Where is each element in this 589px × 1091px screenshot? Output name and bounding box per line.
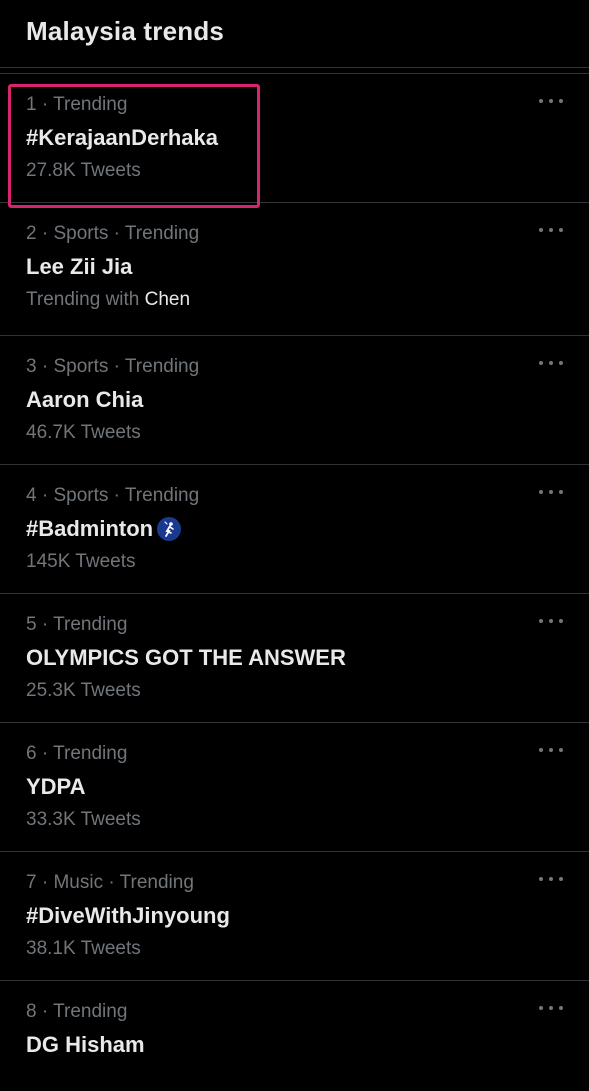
trend-item[interactable]: 8 · Trending DG Hisham — [0, 981, 589, 1091]
trend-context-prefix: Trending with — [26, 289, 145, 310]
page-title: Malaysia trends — [26, 16, 225, 46]
more-dots-icon[interactable] — [539, 745, 563, 755]
trend-name: #KerajaanDerhaka — [26, 125, 219, 150]
trend-name: #Badminton — [26, 516, 154, 541]
trend-context: Trending with Chen — [26, 289, 190, 311]
more-dots-icon[interactable] — [539, 225, 563, 235]
trend-meta: 4 · Sports · Trending — [26, 485, 200, 506]
trend-tweet-count: 25.3K Tweets — [26, 680, 141, 701]
trend-meta: 1 · Trending — [26, 94, 128, 115]
trend-item[interactable]: 4 · Sports · Trending #Badminton 145K Tw… — [0, 465, 589, 594]
trend-item[interactable]: 5 · Trending OLYMPICS GOT THE ANSWER 25.… — [0, 594, 589, 723]
trend-item[interactable]: 7 · Music · Trending #DiveWithJinyoung 3… — [0, 852, 589, 981]
trend-name: DG Hisham — [26, 1032, 145, 1057]
trend-tweet-count: 46.7K Tweets — [26, 422, 141, 443]
trend-name: Aaron Chia — [26, 387, 144, 412]
trend-tweet-count: 38.1K Tweets — [26, 938, 141, 959]
page-header: Malaysia trends — [0, 0, 589, 68]
trend-item[interactable]: 3 · Sports · Trending Aaron Chia 46.7K T… — [0, 336, 589, 465]
more-dots-icon[interactable] — [539, 874, 563, 884]
trend-tweet-count: 27.8K Tweets — [26, 160, 141, 181]
more-dots-icon[interactable] — [539, 487, 563, 497]
trend-meta: 6 · Trending — [26, 743, 128, 764]
trend-name: Lee Zii Jia — [26, 254, 133, 279]
trend-name: OLYMPICS GOT THE ANSWER — [26, 645, 346, 670]
more-dots-icon[interactable] — [539, 96, 563, 106]
trend-tweet-count: 33.3K Tweets — [26, 809, 141, 830]
more-dots-icon[interactable] — [539, 358, 563, 368]
trend-meta: 7 · Music · Trending — [26, 872, 194, 893]
trend-item[interactable]: 6 · Trending YDPA 33.3K Tweets — [0, 723, 589, 852]
badminton-emoji-icon — [157, 517, 182, 541]
trend-context-highlight: Chen — [144, 289, 191, 310]
trend-meta: 5 · Trending — [26, 614, 128, 635]
trend-name-wrapper: #Badminton — [26, 516, 182, 542]
more-dots-icon[interactable] — [539, 616, 563, 626]
trend-tweet-count: 145K Tweets — [26, 551, 136, 572]
trend-item[interactable]: 2 · Sports · Trending Lee Zii Jia Trendi… — [0, 203, 589, 336]
trend-meta: 2 · Sports · Trending — [26, 223, 200, 244]
trend-name: YDPA — [26, 774, 86, 799]
trend-meta: 3 · Sports · Trending — [26, 356, 200, 377]
trend-item[interactable]: 1 · Trending #KerajaanDerhaka 27.8K Twee… — [0, 74, 589, 203]
trend-name: #DiveWithJinyoung — [26, 903, 230, 928]
more-dots-icon[interactable] — [539, 1003, 563, 1013]
trend-meta: 8 · Trending — [26, 1001, 128, 1022]
